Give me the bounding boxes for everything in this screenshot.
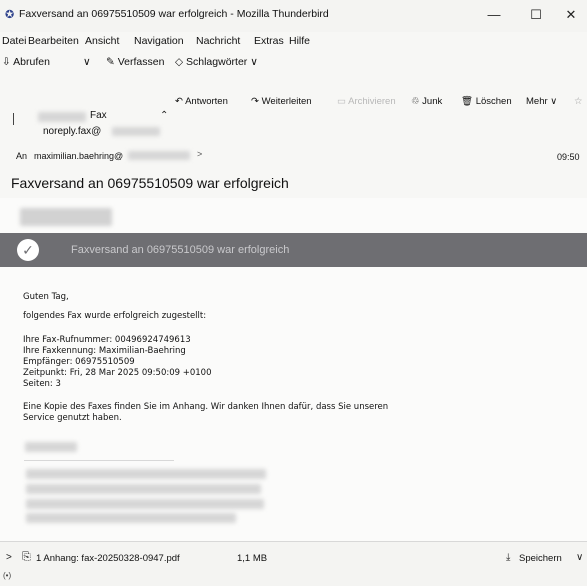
reply-button[interactable]: ↶ Antworten xyxy=(172,94,231,110)
menu-datei[interactable]: Datei xyxy=(2,35,27,47)
redacted-logo xyxy=(20,208,112,226)
archive-label: Archivieren xyxy=(348,96,396,107)
maximize-button[interactable]: ☐ xyxy=(518,4,554,26)
delete-button[interactable]: 🗑 Löschen xyxy=(458,94,515,110)
greeting: Guten Tag, xyxy=(23,292,69,302)
junk-button[interactable]: ♲ Junk xyxy=(408,94,445,110)
forward-icon: ↷ xyxy=(251,96,259,107)
detail-line: Seiten: 3 xyxy=(23,379,61,389)
detail-line: Zeitpunkt: Fri, 28 Mar 2025 09:50:09 +01… xyxy=(23,368,212,378)
archive-button[interactable]: ▭ Archivieren xyxy=(334,94,399,110)
redacted-signature xyxy=(26,469,266,479)
close-button[interactable]: ✕ xyxy=(553,4,587,26)
sender-email[interactable]: noreply.fax@ xyxy=(43,126,101,137)
junk-label: Junk xyxy=(422,96,443,107)
menu-hilfe[interactable]: Hilfe xyxy=(289,35,310,47)
detail-line: Ihre Faxkennung: Maximilian-Baehring xyxy=(23,346,186,356)
message-subject: Faxversand an 06975510509 war erfolgreic… xyxy=(11,175,289,191)
menu-nachricht[interactable]: Nachricht xyxy=(196,35,240,47)
chevron-down-icon[interactable]: ∨ xyxy=(576,552,583,563)
attachment-summary[interactable]: 1 Anhang: fax-20250328-0947.pdf xyxy=(36,553,180,564)
chevron-down-icon: ∨ xyxy=(550,96,558,107)
menu-bearbeiten[interactable]: Bearbeiten xyxy=(28,35,79,47)
pencil-icon: ✎ xyxy=(106,56,115,68)
intro-text: folgendes Fax wurde erfolgreich zugestel… xyxy=(23,311,207,321)
detail-line: Ihre Fax-Rufnummer: 00496924749613 xyxy=(23,335,191,345)
sender-toggle-icon[interactable]: ⌃ xyxy=(160,110,168,121)
download-icon: ⇩ xyxy=(2,56,11,68)
get-messages-label: Abrufen xyxy=(13,56,50,68)
get-messages-button[interactable]: ⇩ Abrufen xyxy=(2,56,50,68)
paperclip-icon: ⎘ xyxy=(22,551,31,563)
delete-label: Löschen xyxy=(475,96,512,107)
trash-icon: 🗑 xyxy=(461,96,474,107)
closing-text: Eine Kopie des Faxes finden Sie im Anhan… xyxy=(23,402,389,412)
tags-label: Schlagwörter xyxy=(186,56,248,68)
get-messages-dropdown[interactable]: ∨ xyxy=(83,56,91,68)
redacted-sender-domain xyxy=(112,127,160,136)
redacted-signature xyxy=(26,499,264,509)
to-value[interactable]: maximilian.baehring@ xyxy=(34,151,123,161)
divider xyxy=(24,460,174,461)
redacted-signature xyxy=(26,513,236,523)
compose-label: Verfassen xyxy=(117,56,165,68)
window-title: Faxversand an 06975510509 war erfolgreic… xyxy=(19,8,329,20)
sender-avatar xyxy=(13,113,18,125)
recipient-chevron-icon[interactable]: > xyxy=(197,149,202,159)
thunderbird-icon: ✪ xyxy=(5,9,15,21)
redacted-signature xyxy=(25,442,77,452)
download-icon: ⤓ xyxy=(506,552,511,563)
sender-name[interactable]: Fax xyxy=(90,110,107,121)
junk-icon: ♲ xyxy=(411,96,420,107)
minimize-button[interactable]: — xyxy=(476,4,512,26)
menu-ansicht[interactable]: Ansicht xyxy=(85,35,119,47)
more-label: Mehr xyxy=(526,96,548,107)
title-bar: ✪ Faxversand an 06975510509 war erfolgre… xyxy=(0,0,587,32)
attachment-size: 1,1 MB xyxy=(237,553,268,564)
closing-text: Service genutzt haben. xyxy=(23,413,122,423)
redacted-signature xyxy=(26,484,261,494)
forward-button[interactable]: ↷ Weiterleiten xyxy=(248,94,315,110)
compose-button[interactable]: ✎ Verfassen xyxy=(106,56,164,68)
menu-bar: Datei Bearbeiten Ansicht Navigation Nach… xyxy=(0,32,587,50)
reply-label: Antworten xyxy=(185,96,228,107)
reply-icon: ↶ xyxy=(175,96,183,107)
save-button[interactable]: Speichern xyxy=(519,553,562,564)
chevron-down-icon: ∨ xyxy=(250,56,258,68)
archive-icon: ▭ xyxy=(337,96,346,107)
tag-icon: ◇ xyxy=(175,56,184,68)
menu-extras[interactable]: Extras xyxy=(254,35,284,47)
more-button[interactable]: Mehr ∨ xyxy=(523,94,560,110)
checkmark-icon: ✓ xyxy=(17,239,39,261)
tags-button[interactable]: ◇ Schlagwörter ∨ xyxy=(175,56,258,68)
redacted-recipient-domain xyxy=(128,151,190,160)
to-label: An xyxy=(16,151,28,161)
status-indicator: (•) xyxy=(3,571,12,580)
redacted-sender-name xyxy=(38,112,86,122)
message-time: 09:50 xyxy=(557,152,580,162)
menu-navigation[interactable]: Navigation xyxy=(134,35,184,47)
forward-label: Weiterleiten xyxy=(261,96,312,107)
star-icon[interactable]: ☆ xyxy=(571,94,586,110)
banner-text: Faxversand an 06975510509 war erfolgreic… xyxy=(71,244,290,256)
main-toolbar: ⇩ Abrufen ∨ ✎ Verfassen ◇ Schlagwörter ∨ xyxy=(0,52,587,74)
attachment-toggle[interactable]: > xyxy=(6,552,12,563)
detail-line: Empfänger: 06975510509 xyxy=(23,357,135,367)
